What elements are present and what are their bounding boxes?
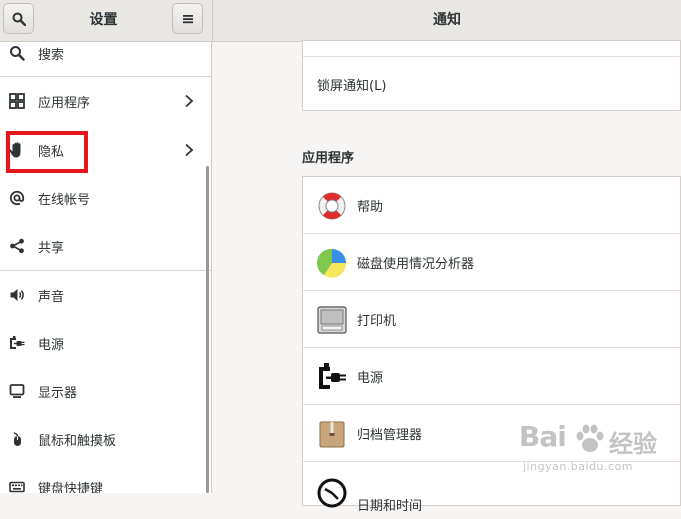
sidebar-item-applications[interactable]: 应用程序 <box>0 77 211 125</box>
sidebar-item-label: 显示器 <box>38 385 78 401</box>
app-row-printers[interactable]: 打印机 <box>303 291 680 348</box>
sidebar-item-sharing[interactable]: 共享 <box>0 222 211 270</box>
speaker-icon <box>8 286 26 304</box>
sidebar-item-power[interactable]: 电源 <box>0 319 211 367</box>
app-label: 磁盘使用情况分析器 <box>357 257 475 272</box>
search-icon <box>8 44 26 62</box>
section-title-applications: 应用程序 <box>302 151 355 166</box>
watermark-cn: 经验 <box>609 430 657 458</box>
sidebar: 搜索 应用程序 隐私 在线帐号 共享 声音 电源 显示器 鼠标和触摸板 键盘快捷… <box>0 42 212 493</box>
watermark-url: jingyan.baidu.com <box>523 460 634 473</box>
search-icon <box>12 12 26 26</box>
app-row-help[interactable]: 帮助 <box>303 177 680 234</box>
sidebar-item-label: 电源 <box>38 337 65 353</box>
sidebar-item-label: 搜索 <box>38 47 65 63</box>
sidebar-item-displays[interactable]: 显示器 <box>0 367 211 415</box>
app-label: 帮助 <box>357 200 384 215</box>
sidebar-item-label: 声音 <box>38 289 65 305</box>
menu-button[interactable] <box>172 3 203 34</box>
keyboard-icon <box>8 478 26 493</box>
sidebar-item-label: 鼠标和触摸板 <box>38 433 117 449</box>
settings-title: 设置 <box>89 12 118 28</box>
archive-box-icon <box>315 417 349 451</box>
share-icon <box>8 237 26 255</box>
power-plug-icon <box>315 360 349 394</box>
app-label: 归档管理器 <box>357 428 423 443</box>
search-button[interactable] <box>3 3 34 34</box>
hamburger-menu-icon <box>182 14 193 23</box>
lifebuoy-icon <box>315 189 349 223</box>
header-left: 设置 <box>0 0 213 41</box>
clock-icon <box>315 476 349 510</box>
baidu-jingyan-watermark: Bai 经验 jingyan.baidu.com <box>519 420 679 490</box>
app-row-power[interactable]: 电源 <box>303 348 680 405</box>
lock-screen-frame: 锁屏通知(L) <box>302 40 681 111</box>
mouse-icon <box>8 430 26 448</box>
app-label: 打印机 <box>357 314 397 329</box>
chevron-right-icon <box>185 143 194 157</box>
page-title: 通知 <box>433 12 461 28</box>
sidebar-scrollbar[interactable] <box>206 166 209 493</box>
power-plug-icon <box>8 334 26 352</box>
monitor-icon <box>8 382 26 400</box>
sidebar-item-mouse-touchpad[interactable]: 鼠标和触摸板 <box>0 415 211 463</box>
app-label: 电源 <box>357 371 384 386</box>
sidebar-item-online-accounts[interactable]: 在线帐号 <box>0 174 211 222</box>
sidebar-item-label: 键盘快捷键 <box>38 481 104 494</box>
app-row-disk-usage[interactable]: 磁盘使用情况分析器 <box>303 234 680 291</box>
lock-screen-notifications-label[interactable]: 锁屏通知(L) <box>317 57 386 111</box>
sidebar-item-sound[interactable]: 声音 <box>0 271 211 319</box>
watermark-brand: Bai <box>519 420 567 453</box>
sidebar-item-label: 在线帐号 <box>38 192 91 208</box>
sidebar-item-search[interactable]: 搜索 <box>0 42 211 77</box>
highlight-box <box>6 131 88 173</box>
paw-icon <box>576 424 604 452</box>
chevron-right-icon <box>185 94 194 108</box>
at-icon <box>8 189 26 207</box>
sidebar-item-label: 共享 <box>38 240 65 256</box>
disk-usage-pie-icon <box>315 246 349 280</box>
grid-icon <box>8 92 26 110</box>
header-bar: 设置 通知 <box>0 0 681 42</box>
printer-icon <box>315 303 349 337</box>
app-label: 日期和时间 <box>357 499 423 514</box>
sidebar-item-label: 应用程序 <box>38 95 91 111</box>
sidebar-item-keyboard-shortcuts[interactable]: 键盘快捷键 <box>0 463 211 493</box>
